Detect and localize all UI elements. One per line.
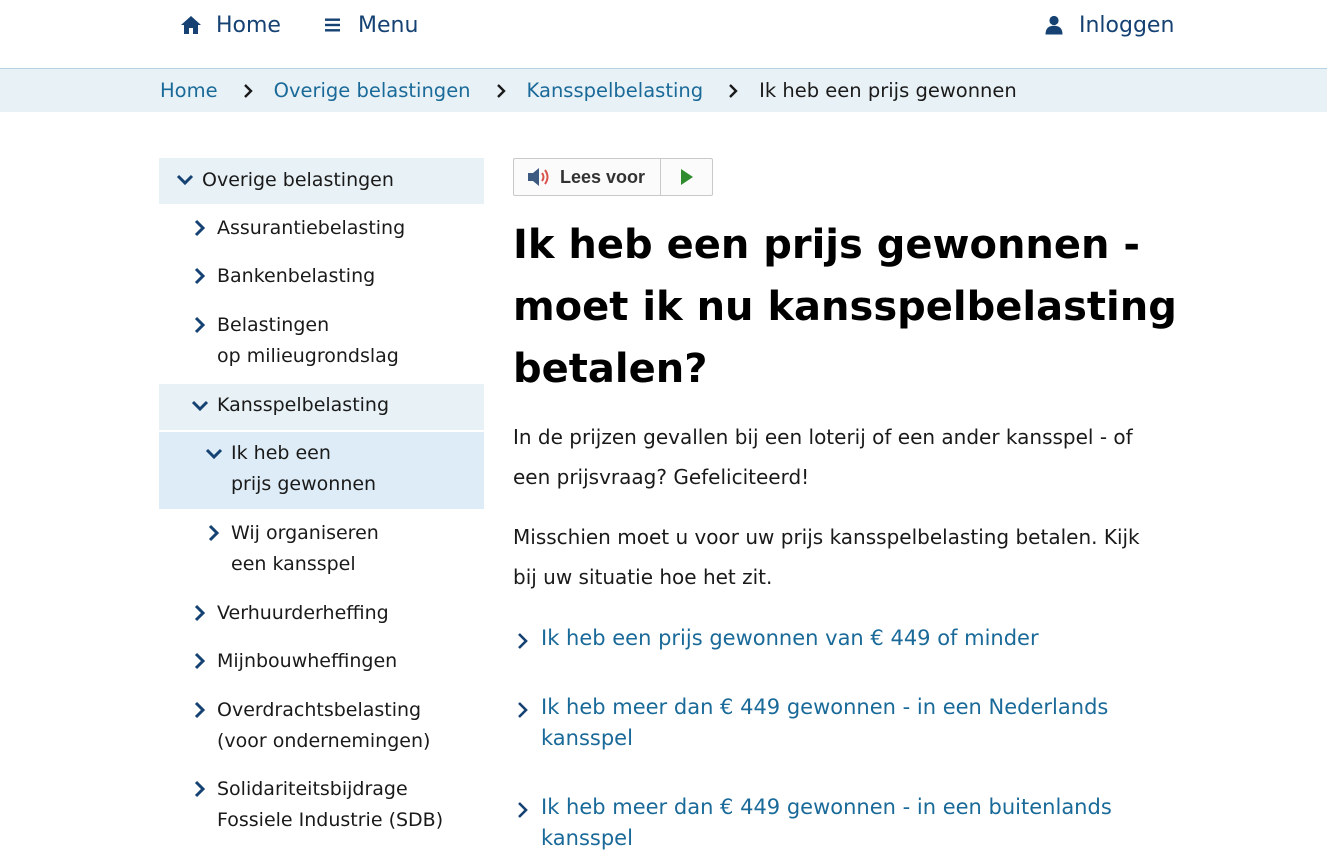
chevron-right-icon (518, 702, 528, 718)
sidebar-item-label: Belastingen (217, 314, 330, 336)
chevron-right-icon (518, 802, 528, 818)
instruction-paragraph: Misschien moet u voor uw prijs kansspelb… (513, 517, 1173, 597)
sidebar-item-wij-organiseren-een-kansspel[interactable]: Wij organiseren een kansspel (159, 518, 484, 584)
sidebar-item-label: Bankenbelasting (217, 265, 376, 287)
login-button[interactable]: Inloggen (1045, 10, 1174, 40)
sidebar-item-assurantiebelasting[interactable]: Assurantiebelasting (159, 213, 484, 249)
chevron-right-icon (194, 604, 206, 622)
menu-button[interactable]: Menu (324, 10, 418, 40)
sidebar-item-label: Verhuurderheffing (217, 602, 389, 624)
chevron-right-icon (729, 83, 738, 98)
sidebar-item-label: Fossiele Industrie (SDB) (217, 809, 444, 831)
link-meer-dan-449-buitenlands[interactable]: Ik heb meer dan € 449 gewonnen - in een … (513, 792, 1173, 854)
breadcrumb-current-page: Ik heb een prijs gewonnen (759, 79, 1017, 102)
intro-line: In de prijzen gevallen bij een loterij o… (513, 425, 1133, 449)
chevron-right-icon (518, 633, 528, 649)
play-button[interactable] (661, 159, 712, 195)
sidebar-item-label: (voor ondernemingen) (217, 730, 431, 752)
page-title-line: betalen? (513, 346, 708, 392)
link-label: Ik heb meer dan € 449 gewonnen - in een … (541, 795, 1112, 819)
link-label: kansspel (541, 826, 633, 850)
chevron-right-icon (208, 524, 220, 542)
link-label: Ik heb een prijs gewonnen van € 449 of m… (541, 626, 1039, 650)
chevron-right-icon (496, 83, 506, 98)
instruction-line: Misschien moet u voor uw prijs kansspelb… (513, 525, 1140, 549)
sidebar-item-kansspelbelasting[interactable]: Kansspelbelasting (159, 384, 484, 430)
home-nav-label: Home (216, 12, 281, 38)
chevron-right-icon (194, 652, 206, 670)
sidebar-item-label: een kansspel (231, 553, 356, 575)
chevron-right-icon (243, 83, 253, 98)
page-title: Ik heb een prijs gewonnen - moet ik nu k… (513, 214, 1193, 400)
chevron-right-icon (194, 267, 206, 285)
intro-paragraph: In de prijzen gevallen bij een loterij o… (513, 417, 1173, 497)
chevron-right-icon (194, 701, 206, 719)
speaker-icon (528, 168, 549, 186)
chevron-right-icon (194, 219, 206, 237)
instruction-line: bij uw situatie hoe het zit. (513, 565, 773, 589)
top-navigation: Home Menu Inloggen (0, 0, 1327, 68)
page-title-line: moet ik nu kansspelbelasting (513, 284, 1177, 330)
menu-label: Menu (358, 12, 419, 38)
home-nav-link[interactable]: Home (180, 10, 281, 40)
sidebar-item-solidariteitsbijdrage[interactable]: Solidariteitsbijdrage Fossiele Industrie… (159, 774, 484, 840)
breadcrumb-bar: Home Overige belastingen Kansspelbelasti… (0, 68, 1327, 112)
read-aloud-widget: Lees voor (513, 158, 713, 196)
sidebar-item-label: prijs gewonnen (231, 473, 377, 495)
home-icon (181, 16, 201, 34)
sidebar-item-label: Mijnbouwheffingen (217, 650, 398, 672)
chevron-down-icon (191, 400, 209, 412)
breadcrumb: Home Overige belastingen Kansspelbelasti… (160, 69, 1017, 112)
read-aloud-label: Lees voor (560, 166, 646, 187)
sidebar-section-label: Overige belastingen (202, 169, 394, 191)
sidebar-item-bankenbelasting[interactable]: Bankenbelasting (159, 261, 484, 297)
chevron-down-icon (176, 174, 194, 186)
sidebar-item-mijnbouwheffingen[interactable]: Mijnbouwheffingen (159, 646, 484, 682)
page-title-line: Ik heb een prijs gewonnen - (513, 222, 1141, 268)
read-aloud-button[interactable]: Lees voor (514, 159, 662, 195)
sidebar-item-ik-heb-een-prijs-gewonnen[interactable]: Ik heb een prijs gewonnen (159, 432, 484, 509)
link-label: kansspel (541, 726, 633, 750)
sidebar-item-label: Wij organiseren (231, 522, 379, 544)
sidebar-section-overige-belastingen[interactable]: Overige belastingen (159, 158, 484, 204)
login-label: Inloggen (1079, 12, 1175, 38)
breadcrumb-home[interactable]: Home (160, 79, 218, 102)
sidebar-item-label: Ik heb een (231, 442, 331, 464)
sidebar-item-overdrachtsbelasting[interactable]: Overdrachtsbelasting (voor ondernemingen… (159, 695, 484, 761)
intro-line: een prijsvraag? Gefeliciteerd! (513, 465, 810, 489)
chevron-down-icon (205, 448, 223, 460)
breadcrumb-overige-belastingen[interactable]: Overige belastingen (274, 79, 471, 102)
play-icon (680, 169, 693, 185)
chevron-right-icon (194, 780, 206, 798)
sidebar-item-label: Kansspelbelasting (217, 394, 390, 416)
sidebar-item-verhuurderheffing[interactable]: Verhuurderheffing (159, 598, 484, 634)
link-meer-dan-449-nederlands[interactable]: Ik heb meer dan € 449 gewonnen - in een … (513, 692, 1173, 756)
user-icon (1045, 15, 1063, 35)
sidebar-item-label: Assurantiebelasting (217, 217, 406, 239)
link-label: Ik heb meer dan € 449 gewonnen - in een … (541, 695, 1109, 719)
chevron-right-icon (194, 316, 206, 334)
sidebar-item-label: op milieugrondslag (217, 345, 399, 367)
sidebar-item-label: Overdrachtsbelasting (217, 699, 422, 721)
sidebar-item-label: Solidariteitsbijdrage (217, 778, 408, 800)
link-prijs-449-of-minder[interactable]: Ik heb een prijs gewonnen van € 449 of m… (513, 623, 1173, 655)
breadcrumb-kansspelbelasting[interactable]: Kansspelbelasting (527, 79, 704, 102)
sidebar-item-belastingen-op-milieugrondslag[interactable]: Belastingen op milieugrondslag (159, 310, 484, 376)
hamburger-icon (325, 18, 340, 32)
